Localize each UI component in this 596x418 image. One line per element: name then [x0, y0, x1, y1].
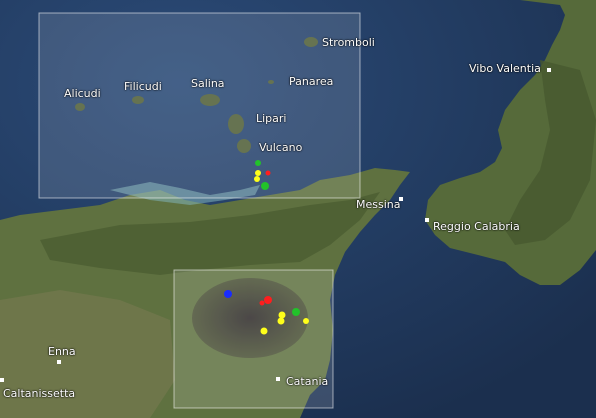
- marker-red[interactable]: [264, 296, 272, 304]
- label-caltanissetta: Caltanissetta: [3, 387, 76, 400]
- marker-yellow[interactable]: [255, 170, 261, 176]
- label-vibo-valentia: Vibo Valentia: [469, 62, 541, 75]
- label-catania: Catania: [286, 375, 329, 388]
- city-marker-enna[interactable]: [57, 360, 61, 364]
- city-marker-caltanissetta[interactable]: [0, 378, 4, 382]
- city-marker-vibo-valentia[interactable]: [547, 68, 551, 72]
- label-messina: Messina: [356, 198, 401, 211]
- city-marker-catania[interactable]: [276, 377, 280, 381]
- label-lipari: Lipari: [256, 112, 287, 125]
- label-enna: Enna: [48, 345, 76, 358]
- marker-green[interactable]: [261, 182, 269, 190]
- label-filicudi: Filicudi: [124, 80, 162, 93]
- label-salina: Salina: [191, 77, 225, 90]
- marker-yellow[interactable]: [278, 311, 286, 319]
- label-alicudi: Alicudi: [64, 87, 101, 100]
- marker-red[interactable]: [259, 300, 265, 306]
- satellite-map: Stromboli Alicudi Filicudi Salina Panare…: [0, 0, 596, 418]
- marker-yellow[interactable]: [277, 317, 285, 325]
- label-stromboli: Stromboli: [322, 36, 375, 49]
- marker-yellow[interactable]: [260, 327, 268, 335]
- marker-green[interactable]: [292, 308, 300, 316]
- aeolian-region-box: [38, 12, 361, 199]
- label-reggio-calabria: Reggio Calabria: [433, 220, 520, 233]
- marker-red[interactable]: [265, 170, 271, 176]
- marker-blue[interactable]: [224, 290, 232, 298]
- city-marker-reggio-calabria[interactable]: [425, 218, 429, 222]
- marker-yellow[interactable]: [254, 176, 260, 182]
- label-vulcano: Vulcano: [259, 141, 303, 154]
- marker-yellow[interactable]: [303, 318, 309, 324]
- label-panarea: Panarea: [289, 75, 334, 88]
- marker-green[interactable]: [255, 160, 261, 166]
